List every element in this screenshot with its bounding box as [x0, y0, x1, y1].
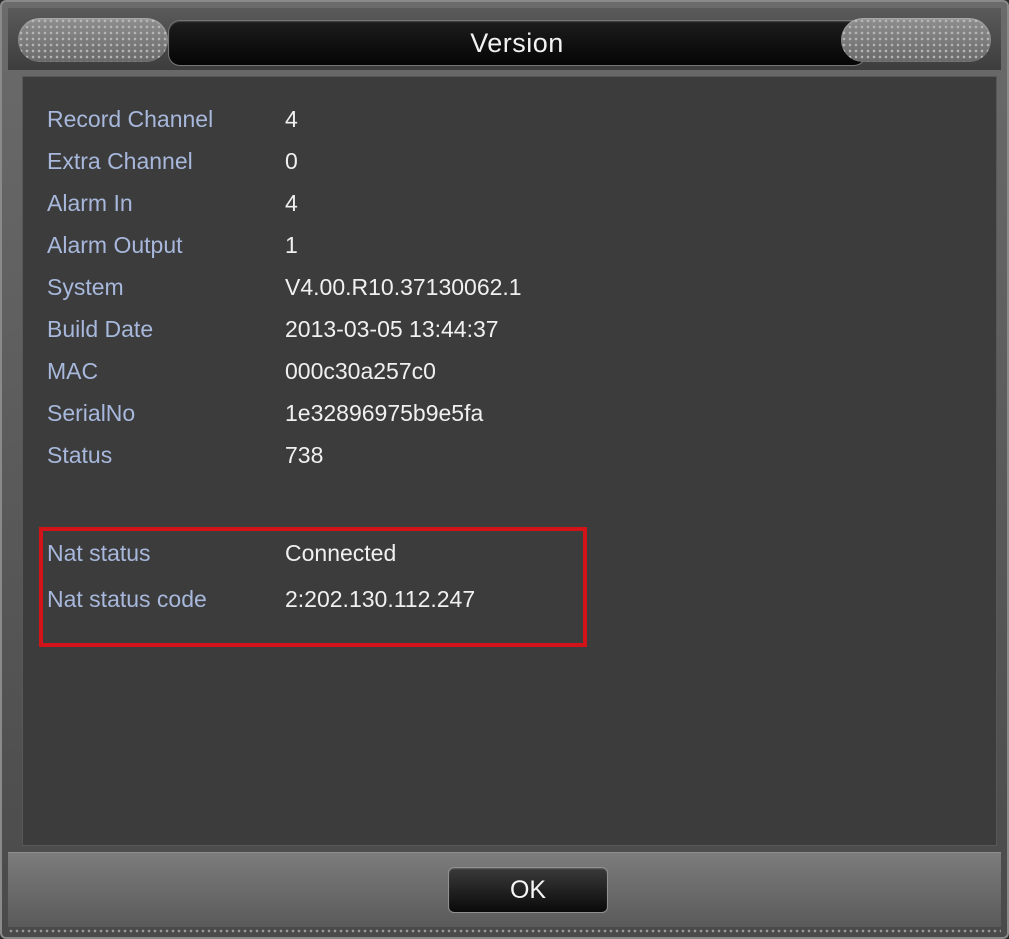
- info-value: 738: [285, 441, 324, 468]
- nat-value: 2:202.130.112.247: [285, 585, 476, 612]
- nat-label: Nat status: [47, 539, 151, 566]
- info-row-record-channel: Record Channel 4: [47, 99, 298, 139]
- info-value: 000c30a257c0: [285, 357, 436, 384]
- ok-button[interactable]: OK: [448, 867, 608, 913]
- info-row-system: System V4.00.R10.37130062.1: [47, 267, 522, 307]
- bottom-grip-strip: [8, 928, 1001, 934]
- info-row-alarm-output: Alarm Output 1: [47, 225, 298, 265]
- title-grip-right: [841, 18, 991, 62]
- nat-label: Nat status code: [47, 585, 207, 612]
- info-label: System: [47, 273, 124, 300]
- info-label: MAC: [47, 357, 99, 384]
- info-value: 1e32896975b9e5fa: [285, 399, 484, 426]
- info-label: SerialNo: [47, 399, 136, 426]
- info-value: 1: [285, 231, 298, 258]
- dialog-footer: OK: [8, 852, 1001, 927]
- title-bar[interactable]: Version: [8, 8, 1001, 70]
- info-row-extra-channel: Extra Channel 0: [47, 141, 298, 181]
- info-value: 2013-03-05 13:44:37: [285, 315, 499, 342]
- info-value: 4: [285, 189, 298, 216]
- nat-row-status: Nat status Connected: [47, 533, 396, 573]
- info-label: Alarm Output: [47, 231, 183, 258]
- info-value: 4: [285, 105, 298, 132]
- nat-value: Connected: [285, 539, 397, 566]
- title-grip-left: [18, 18, 168, 62]
- nat-row-status-code: Nat status code 2:202.130.112.247: [47, 579, 475, 619]
- info-panel: Record Channel 4 Extra Channel 0 Alarm I…: [22, 76, 997, 846]
- info-row-build-date: Build Date 2013-03-05 13:44:37: [47, 309, 499, 349]
- info-row-alarm-in: Alarm In 4: [47, 183, 298, 223]
- info-label: Status: [47, 441, 113, 468]
- info-value: 0: [285, 147, 298, 174]
- info-label: Build Date: [47, 315, 154, 342]
- info-value: V4.00.R10.37130062.1: [285, 273, 522, 300]
- info-row-status: Status 738: [47, 435, 323, 475]
- info-row-serial-no: SerialNo 1e32896975b9e5fa: [47, 393, 483, 433]
- title-pill: Version: [168, 20, 866, 66]
- version-dialog: Version Record Channel 4 Extra Channel 0…: [0, 0, 1009, 939]
- info-label: Extra Channel: [47, 147, 193, 174]
- info-label: Alarm In: [47, 189, 133, 216]
- info-row-mac: MAC 000c30a257c0: [47, 351, 436, 391]
- dialog-title: Version: [470, 27, 564, 58]
- info-label: Record Channel: [47, 105, 214, 132]
